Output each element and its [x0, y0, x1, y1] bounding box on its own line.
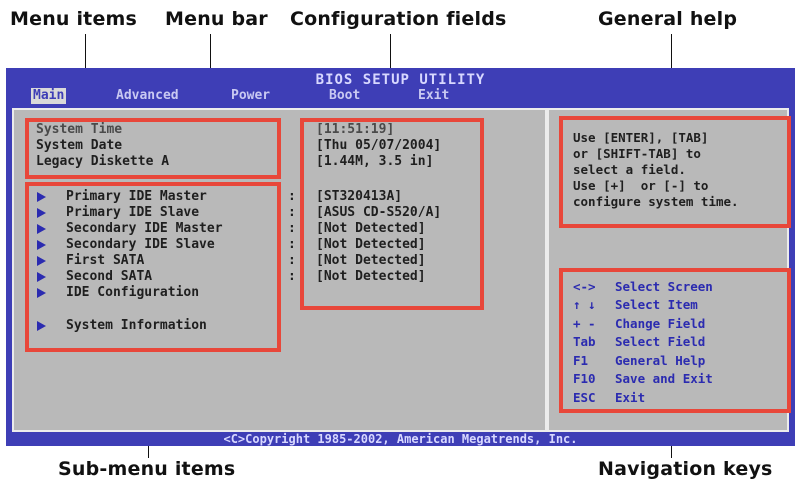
callout-sub-menu-items: Sub-menu items — [58, 458, 236, 480]
separator-colon: : — [288, 189, 296, 204]
highlight-configuration-fields — [300, 118, 484, 310]
callout-menu-bar: Menu bar — [165, 8, 268, 30]
panel-divider — [545, 108, 549, 432]
callout-navigation-keys: Navigation keys — [598, 458, 773, 480]
highlight-sub-menu-items — [25, 182, 281, 352]
menu-bar: Main Advanced Power Boot Exit — [6, 88, 795, 104]
separator-colon: : — [288, 237, 296, 252]
menu-advanced[interactable]: Advanced — [116, 88, 179, 104]
menu-main[interactable]: Main — [31, 88, 67, 104]
callout-configuration-fields: Configuration fields — [290, 8, 507, 30]
highlight-menu-items — [25, 118, 281, 179]
menu-boot[interactable]: Boot — [329, 88, 360, 104]
separator-colon: : — [288, 221, 296, 236]
highlight-general-help — [559, 116, 791, 228]
separator-colon: : — [288, 253, 296, 268]
separator-colon: : — [288, 205, 296, 220]
copyright-bar: <C>Copyright 1985-2002, American Megatre… — [223, 432, 578, 446]
highlight-navigation-keys — [559, 268, 791, 413]
separator-colon: : — [288, 269, 296, 284]
bios-title: BIOS SETUP UTILITY — [315, 72, 486, 88]
leader-menu-bar — [210, 34, 211, 70]
callout-menu-items: Menu items — [10, 8, 138, 30]
menu-power[interactable]: Power — [231, 88, 270, 104]
menu-exit[interactable]: Exit — [418, 88, 449, 104]
callout-general-help: General help — [598, 8, 738, 30]
